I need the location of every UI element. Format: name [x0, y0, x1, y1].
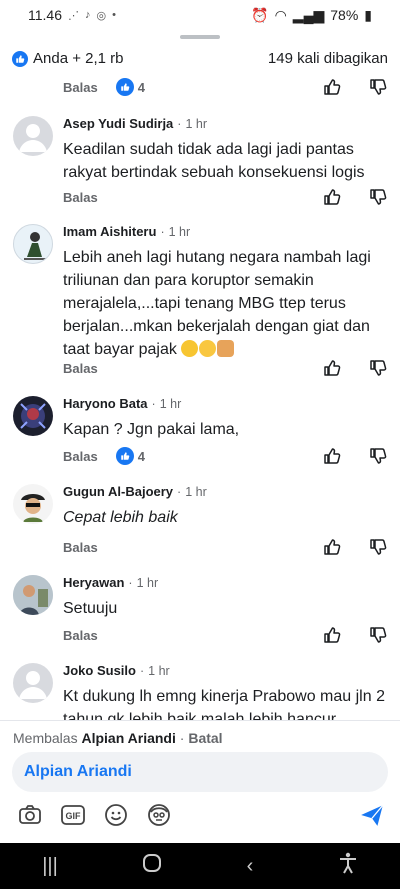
home-icon[interactable] — [142, 853, 162, 879]
commenter-name[interactable]: Gugun Al-Bajoery — [63, 484, 173, 499]
comment-time: 1 hr — [136, 575, 159, 590]
system-nav-bar: ||| ‹ — [0, 843, 400, 889]
thumbs-down-icon[interactable] — [368, 625, 388, 645]
reactions-header: Anda + 2,1 rb 149 kali dibagikan — [12, 50, 388, 67]
replying-target: Alpian Ariandi — [81, 730, 176, 746]
reply-button[interactable]: Balas — [63, 540, 98, 555]
comment-actions: Balas — [63, 623, 388, 647]
cancel-reply-button[interactable]: Batal — [188, 730, 222, 746]
thumbs-down-icon[interactable] — [368, 446, 388, 466]
thumbs-down-icon[interactable] — [368, 537, 388, 557]
thumbs-up-icon[interactable] — [322, 625, 342, 645]
back-icon[interactable]: ‹ — [247, 855, 254, 878]
commenter-name[interactable]: Heryawan — [63, 575, 124, 590]
comment-actions: Balas — [63, 356, 388, 380]
thumbs-down-icon[interactable] — [368, 77, 388, 97]
tiktok-icon: ♪ — [85, 9, 91, 21]
status-time: 11.46 — [28, 7, 62, 23]
avatar[interactable] — [13, 116, 53, 156]
drag-handle[interactable] — [180, 35, 220, 39]
like-count[interactable]: 4 — [115, 78, 145, 96]
comment-text-wrap: Lebih aneh lagi hutang negara nambah lag… — [63, 246, 388, 361]
recent-apps-icon[interactable]: ||| — [42, 855, 58, 878]
battery-icon: ▮ — [364, 6, 372, 23]
battery-level: 78% — [330, 7, 359, 23]
comment-text: Kapan ? Jgn pakai lama, — [63, 421, 240, 438]
thumbs-down-icon[interactable] — [368, 358, 388, 378]
dot-icon: • — [112, 9, 116, 21]
reactions-count: Anda + 2,1 rb — [33, 50, 124, 67]
facepalm-emoji-icon — [217, 340, 235, 357]
send-icon[interactable] — [358, 801, 386, 829]
commenter-name[interactable]: Asep Yudi Sudirja — [63, 116, 173, 131]
comment-actions: Balas 4 — [63, 75, 388, 99]
alarm-icon: ⏰ — [251, 6, 269, 23]
reply-button[interactable]: Balas — [63, 361, 98, 376]
thumbs-up-icon[interactable] — [322, 358, 342, 378]
avatar[interactable] — [13, 224, 53, 264]
camera-icon[interactable] — [16, 801, 44, 829]
signal-icon: ▂▄▆ — [292, 6, 325, 23]
comment-actions: Balas — [63, 535, 388, 559]
laughing-emoji-icon — [181, 340, 199, 357]
avatar[interactable] — [13, 396, 53, 436]
comment-text: Keadilan sudah tidak ada lagi jadi panta… — [63, 141, 365, 181]
instagram-icon: ◎ — [96, 9, 107, 22]
wifi-icon: ◠ — [274, 6, 287, 23]
comment-time: 1 hr — [159, 396, 182, 411]
reply-button[interactable]: Balas — [63, 80, 98, 95]
thumbs-up-icon[interactable] — [322, 537, 342, 557]
commenter-name[interactable]: Imam Aishiteru — [63, 224, 156, 239]
status-left: 11.46 ⋰ ♪ ◎ • — [28, 7, 116, 23]
comment-time: 1 hr — [148, 663, 170, 678]
like-reaction-icon — [115, 78, 134, 96]
reply-composer: Membalas Alpian Ariandi · Batal Alpian A… — [0, 720, 400, 843]
comment-text: Cepat lebih baik — [63, 509, 178, 526]
composer-tools: GIF — [16, 801, 386, 829]
avatar[interactable] — [13, 484, 53, 524]
commenter-name[interactable]: Haryono Bata — [63, 396, 148, 411]
svg-text:GIF: GIF — [66, 811, 82, 821]
shares-count[interactable]: 149 kali dibagikan — [268, 50, 388, 67]
status-right: ⏰ ◠ ▂▄▆ 78% ▮ — [251, 7, 372, 24]
thumbs-up-icon[interactable] — [322, 77, 342, 97]
emoji-icon[interactable] — [102, 801, 130, 829]
status-bar: 11.46 ⋰ ♪ ◎ • ⏰ ◠ ▂▄▆ 78% ▮ — [0, 0, 400, 30]
grin-emoji-icon — [199, 340, 217, 357]
avatar-sticker-icon[interactable] — [145, 801, 173, 829]
like-count-value: 4 — [137, 448, 145, 464]
comment-actions: Balas — [63, 185, 388, 209]
comment-text: Kt dukung lh emng kinerja Prabowo mau jl… — [63, 688, 385, 720]
reply-button[interactable]: Balas — [63, 628, 98, 643]
avatar[interactable] — [13, 575, 53, 615]
comment-text: Setuuju — [63, 600, 118, 617]
comments-sheet: Anda + 2,1 rb 149 kali dibagikan Balas 4… — [0, 30, 400, 720]
thumbs-down-icon[interactable] — [368, 187, 388, 207]
reply-button[interactable]: Balas — [63, 449, 98, 464]
like-count-value: 4 — [137, 79, 145, 95]
commenter-name[interactable]: Joko Susilo — [63, 663, 136, 678]
like-reaction-icon — [12, 50, 28, 67]
avatar[interactable] — [13, 663, 53, 703]
gif-icon[interactable]: GIF — [59, 801, 87, 829]
reactions-summary[interactable]: Anda + 2,1 rb — [12, 50, 123, 67]
wifi-call-icon: ⋰ — [68, 9, 79, 22]
accessibility-icon[interactable] — [338, 852, 358, 880]
comment-time: 1 hr — [185, 484, 207, 499]
replying-prefix: Membalas — [13, 730, 78, 746]
comment-input[interactable]: Alpian Ariandi — [12, 752, 388, 792]
thumbs-up-icon[interactable] — [322, 446, 342, 466]
replying-to: Membalas Alpian Ariandi · Batal — [13, 730, 223, 746]
like-reaction-icon — [115, 447, 134, 465]
comment-time: 1 hr — [185, 116, 208, 131]
like-count[interactable]: 4 — [115, 447, 145, 465]
comment-actions: Balas 4 — [63, 444, 388, 468]
thumbs-up-icon[interactable] — [322, 187, 342, 207]
mention-tag: Alpian Ariandi — [24, 763, 132, 780]
comment-time: 1 hr — [168, 224, 191, 239]
reply-button[interactable]: Balas — [63, 190, 98, 205]
